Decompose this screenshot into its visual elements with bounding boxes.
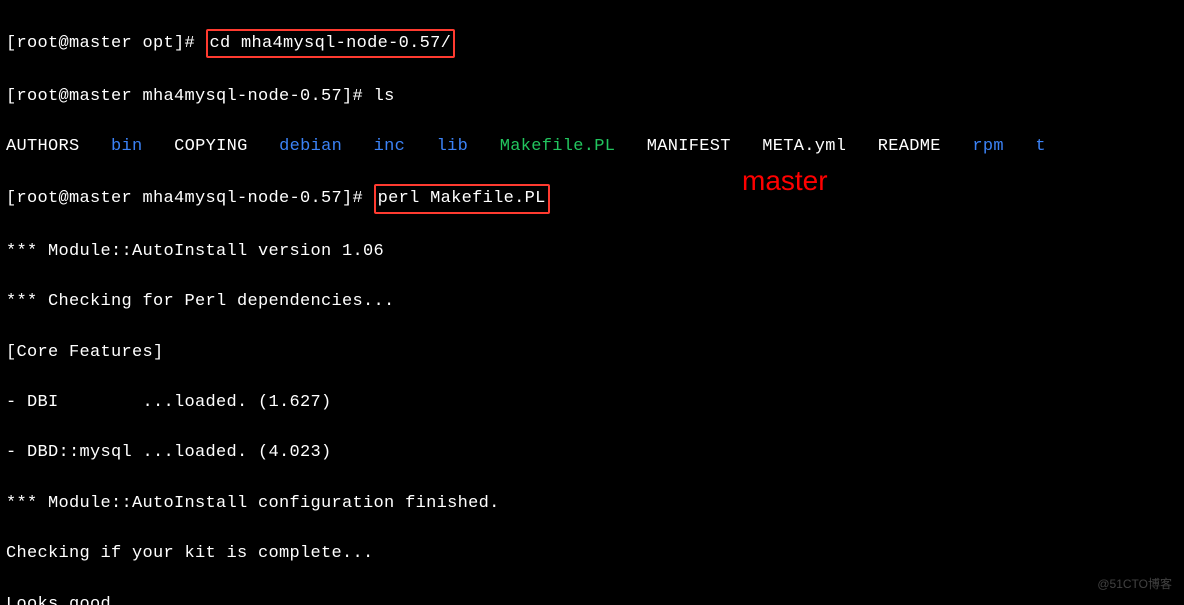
ls-output: AUTHORS bin COPYING debian inc lib Makef…: [6, 134, 1178, 159]
output-line: Checking if your kit is complete...: [6, 541, 1178, 566]
cd-command-highlight: cd mha4mysql-node-0.57/: [206, 29, 456, 58]
ls-item: Makefile.PL: [500, 137, 616, 156]
prompt-line-3: [root@master mha4mysql-node-0.57]# perl …: [6, 184, 1178, 213]
prompt-line-2: [root@master mha4mysql-node-0.57]# ls: [6, 84, 1178, 109]
ls-item: MANIFEST: [647, 137, 731, 156]
prompt-prefix: [root@master opt]#: [6, 34, 206, 53]
ls-item: rpm: [972, 137, 1004, 156]
output-line: *** Module::AutoInstall configuration fi…: [6, 491, 1178, 516]
output-line: - DBD::mysql ...loaded. (4.023): [6, 440, 1178, 465]
output-line: *** Checking for Perl dependencies...: [6, 289, 1178, 314]
output-line: [Core Features]: [6, 340, 1178, 365]
ls-item: README: [878, 137, 941, 156]
prompt-line-1: [root@master opt]# cd mha4mysql-node-0.5…: [6, 29, 1178, 58]
ls-item: META.yml: [762, 137, 846, 156]
output-line: - DBI ...loaded. (1.627): [6, 390, 1178, 415]
ls-item: debian: [279, 137, 342, 156]
prompt-prefix: [root@master mha4mysql-node-0.57]#: [6, 189, 374, 208]
ls-item: bin: [111, 137, 143, 156]
prompt-prefix: [root@master mha4mysql-node-0.57]#: [6, 87, 374, 106]
ls-item: t: [1035, 137, 1046, 156]
ls-item: COPYING: [174, 137, 248, 156]
terminal-output[interactable]: [root@master opt]# cd mha4mysql-node-0.5…: [0, 0, 1184, 605]
output-line: Looks good: [6, 592, 1178, 605]
watermark: @51CTO博客: [1097, 572, 1172, 597]
ls-item: inc: [374, 137, 406, 156]
perl-command-highlight: perl Makefile.PL: [374, 184, 550, 213]
ls-command: ls: [374, 87, 395, 106]
ls-item: AUTHORS: [6, 137, 80, 156]
master-annotation: master: [742, 168, 828, 193]
output-line: *** Module::AutoInstall version 1.06: [6, 239, 1178, 264]
ls-item: lib: [437, 137, 469, 156]
